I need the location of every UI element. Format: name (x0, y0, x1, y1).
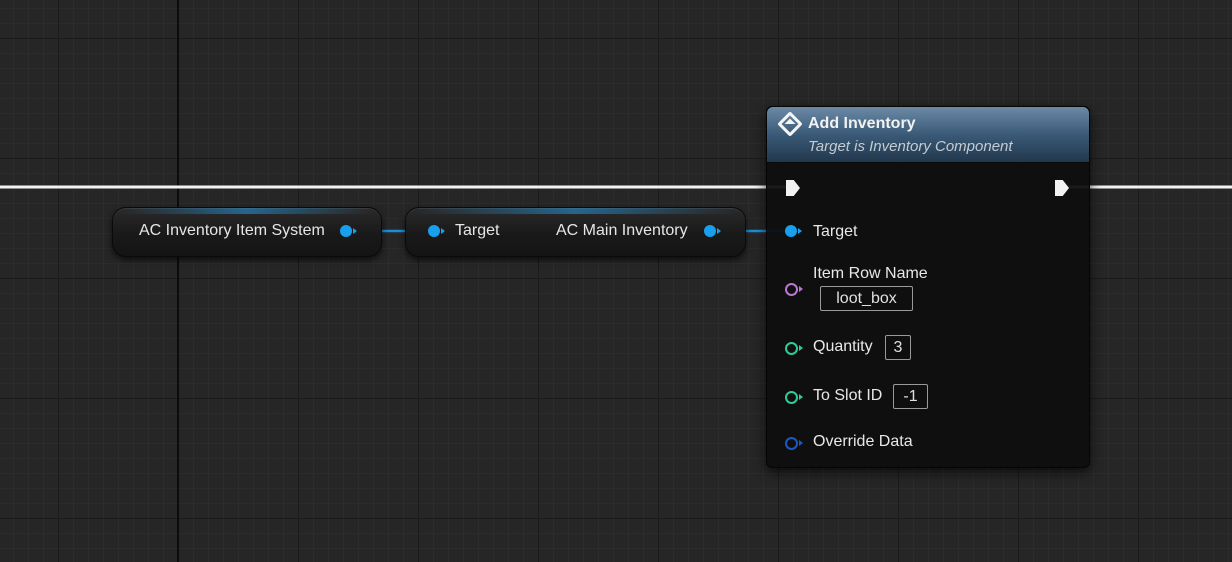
to-slot-id-input[interactable]: -1 (893, 384, 928, 409)
quantity-label: Quantity (813, 338, 873, 355)
add-inventory-function-node[interactable]: Add Inventory Target is Inventory Compon… (766, 106, 1090, 468)
quantity-pin[interactable] (785, 342, 803, 355)
override-data-pin[interactable] (785, 437, 803, 450)
object-output-pin[interactable] (704, 225, 721, 237)
item-row-name-pin[interactable] (785, 283, 803, 296)
exec-input-pin[interactable] (786, 180, 800, 196)
exec-output-pin[interactable] (1055, 180, 1069, 196)
target-pin[interactable] (785, 225, 802, 237)
ac-inventory-item-system-node[interactable]: AC Inventory Item System (112, 207, 382, 257)
blueprint-graph-canvas[interactable]: AC Inventory Item System Target AC Main … (0, 0, 1232, 562)
quantity-input[interactable]: 3 (885, 335, 911, 360)
item-row-name-input[interactable]: loot_box (820, 286, 913, 311)
function-subtitle: Target is Inventory Component (808, 138, 1013, 155)
target-pin-label: Target (813, 223, 858, 240)
ac-main-inventory-node[interactable]: Target AC Main Inventory (405, 207, 746, 257)
override-data-label: Override Data (813, 433, 913, 450)
function-node-header[interactable]: Add Inventory Target is Inventory Compon… (767, 107, 1089, 163)
node-label: AC Inventory Item System (139, 222, 325, 239)
to-slot-id-label: To Slot ID (813, 387, 883, 404)
item-row-name-label: Item Row Name (813, 265, 928, 282)
to-slot-id-pin[interactable] (785, 391, 803, 404)
ac-main-inventory-label: AC Main Inventory (556, 222, 688, 239)
target-input-pin[interactable] (428, 225, 445, 237)
object-output-pin[interactable] (340, 225, 357, 237)
target-input-label: Target (455, 222, 500, 239)
function-title: Add Inventory (808, 115, 916, 132)
function-icon (777, 111, 803, 137)
